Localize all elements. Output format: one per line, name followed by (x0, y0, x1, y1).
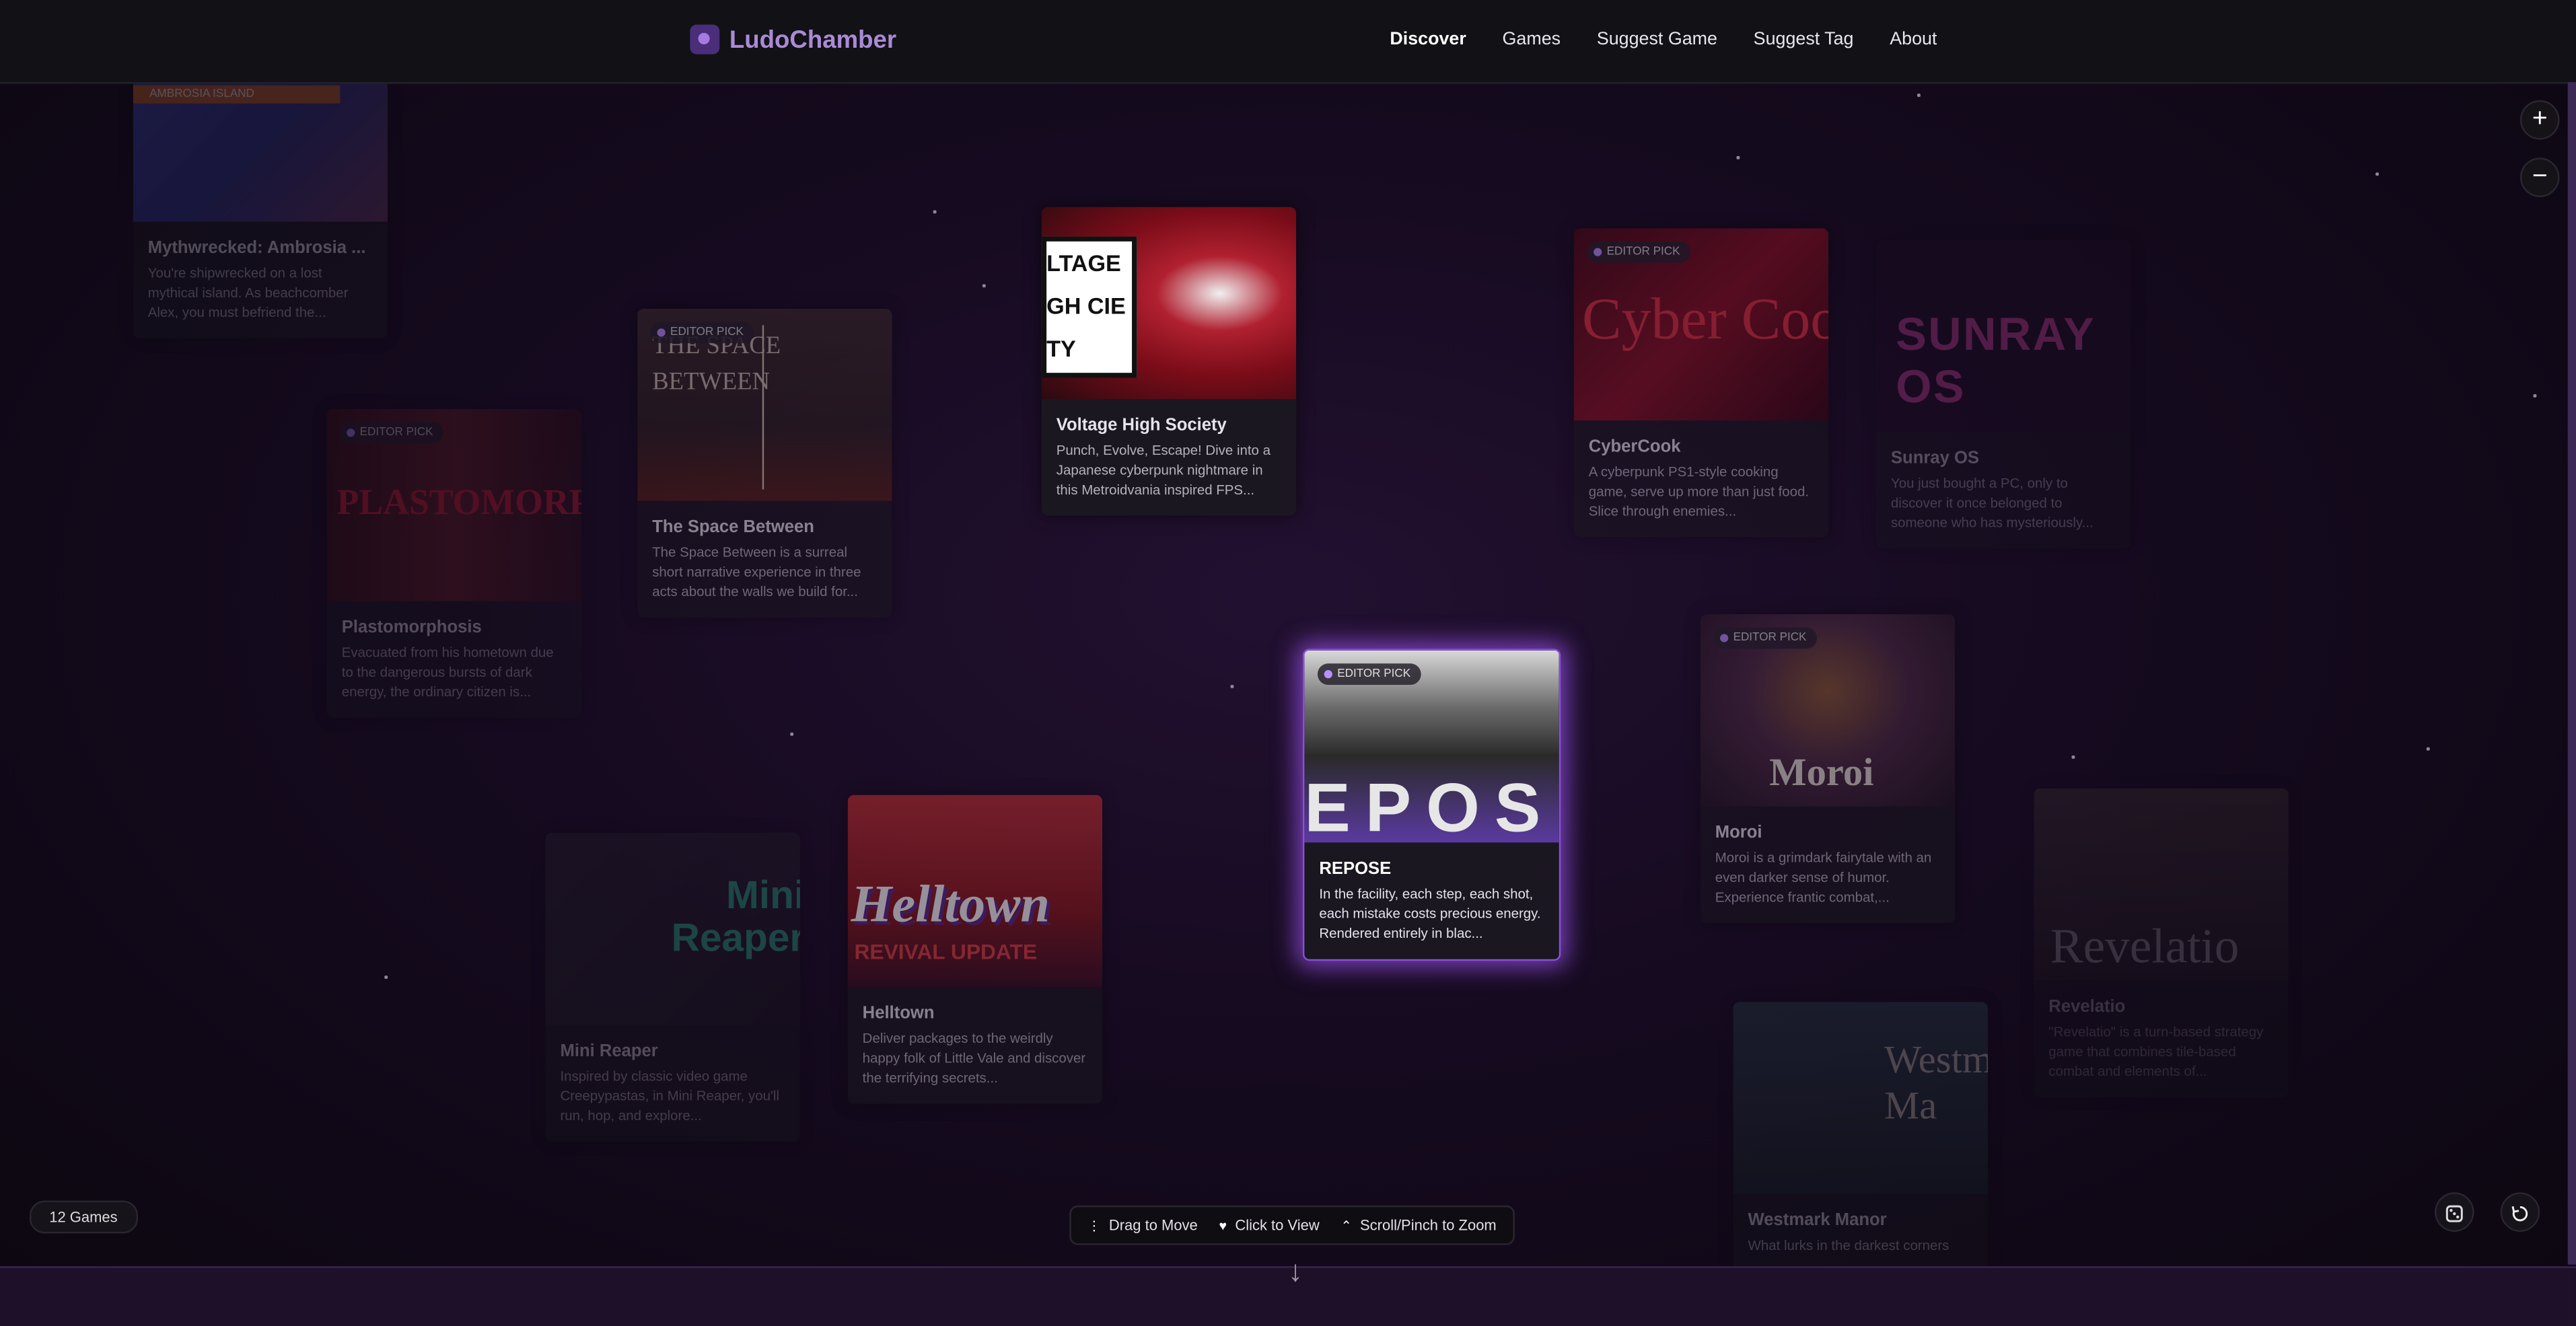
game-card-mini-reaper[interactable]: Mini Reaper Mini Reaper Inspired by clas… (545, 832, 800, 1142)
nav-suggest-tag[interactable]: Suggest Tag (1754, 30, 1854, 49)
editor-pick-badge: EDITOR PICK (1587, 241, 1690, 263)
game-title: Moroi (1715, 823, 1762, 843)
random-game-button[interactable] (2435, 1192, 2474, 1232)
editor-pick-badge: EDITOR PICK (340, 422, 443, 444)
game-card-moroi[interactable]: Moroi EDITOR PICK Moroi Moroi is a grimd… (1700, 614, 1956, 924)
star (384, 975, 387, 978)
thumbnail-text: Helltown (851, 873, 1050, 933)
thumbnail-text: Cyber Coo (1581, 285, 1829, 352)
game-title: CyberCook (1588, 437, 1681, 457)
star (1736, 155, 1740, 159)
logo[interactable]: LudoChamber (690, 24, 897, 54)
game-description: The Space Between is a surreal short nar… (652, 544, 861, 600)
game-description: Moroi is a grimdark fairytale with an ev… (1715, 849, 1932, 906)
thumbnail-text: LTAGE GH CIETY (1041, 236, 1137, 378)
game-description: A cyberpunk PS1-style cooking game, serv… (1588, 463, 1810, 519)
thumbnail-text: AMBROSIA ISLAND (133, 85, 341, 104)
game-card-helltown[interactable]: Helltown REVIVAL UPDATE Helltown Deliver… (847, 795, 1103, 1104)
game-description: You just bought a PC, only to discover i… (1890, 474, 2094, 531)
nav-discover[interactable]: Discover (1390, 30, 1466, 49)
star (933, 210, 936, 213)
game-title: The Space Between (652, 517, 814, 538)
logo-icon (690, 24, 720, 54)
game-title: Sunray OS (1890, 448, 1980, 468)
star (2071, 755, 2075, 758)
discover-canvas[interactable]: AMBROSIA ISLAND Mythwrecked: Ambrosia ..… (0, 0, 2576, 1326)
nav-suggest-game[interactable]: Suggest Game (1597, 30, 1717, 49)
game-title: REPOSE (1319, 858, 1392, 879)
thumbnail-subtext: REVIVAL UPDATE (854, 939, 1038, 965)
dice-icon (2445, 1205, 2463, 1222)
reset-icon (2511, 1206, 2528, 1221)
game-description: Evacuated from his hometown due to the d… (341, 643, 554, 700)
game-card-revelatio[interactable]: Revelatio Revelatio "Revelatio" is a tur… (2034, 788, 2289, 1097)
editor-pick-badge: EDITOR PICK (1713, 627, 1817, 649)
star (2533, 394, 2536, 397)
heart-icon: ♥ (1219, 1218, 1227, 1233)
thumbnail-text: Westm Ma (1884, 1039, 1988, 1129)
hint-label: Click to View (1235, 1217, 1320, 1234)
hint-zoom: ⌃ Scroll/Pinch to Zoom (1340, 1217, 1496, 1233)
game-card-cybercook[interactable]: Cyber Coo EDITOR PICK CyberCook A cyberp… (1573, 228, 1829, 538)
editor-pick-badge: EDITOR PICK (1317, 663, 1421, 686)
game-title: Mythwrecked: Ambrosia ... (147, 237, 366, 258)
game-description: Deliver packages to the weirdly happy fo… (862, 1029, 1086, 1086)
star (982, 284, 985, 287)
thumbnail-text: Moroi (1769, 752, 1874, 795)
hint-label: Drag to Move (1108, 1217, 1198, 1234)
main-nav: Discover Games Suggest Game Suggest Tag … (1390, 30, 1937, 49)
game-card-voltage-high-society[interactable]: LTAGE GH CIETY Voltage High Society Punc… (1041, 207, 1297, 516)
game-card-mythwrecked[interactable]: AMBROSIA ISLAND Mythwrecked: Ambrosia ..… (133, 65, 388, 338)
star (1230, 685, 1233, 688)
game-description: In the facility, each step, each shot, e… (1319, 885, 1541, 941)
game-title: Revelatio (2048, 996, 2126, 1017)
controls-hint-bar: ⋮ Drag to Move ♥ Click to View ⌃ Scroll/… (1069, 1205, 1515, 1245)
nav-games[interactable]: Games (1503, 30, 1561, 49)
star (2426, 747, 2429, 750)
game-card-the-space-between[interactable]: THE SPACE BETWEEN EDITOR PICK The Space … (637, 308, 892, 618)
game-description: "Revelatio" is a turn-based strategy gam… (2048, 1023, 2264, 1079)
game-title: Plastomorphosis (341, 617, 482, 638)
game-title: Westmark Manor (1748, 1210, 1887, 1230)
game-title: Mini Reaper (560, 1041, 658, 1062)
game-description: You're shipwrecked on a lost mythical is… (147, 264, 349, 321)
game-description: Inspired by classic video game Creepypas… (560, 1067, 780, 1124)
arrow-down-icon[interactable]: ↓ (1288, 1255, 1303, 1289)
games-count-badge: 12 Games (29, 1200, 137, 1234)
zoom-in-button[interactable]: + (2519, 100, 2560, 140)
game-card-sunray-os[interactable]: SUNRAY OS Sunray OS You just bought a PC… (1875, 240, 2131, 549)
drag-icon: ⋮ (1087, 1218, 1101, 1233)
game-card-plastomorphosis[interactable]: PLASTOMORPH EDITOR PICK Plastomorphosis … (326, 408, 582, 718)
nav-about[interactable]: About (1890, 30, 1937, 49)
chevron-up-icon: ⌃ (1340, 1218, 1352, 1233)
top-navbar: LudoChamber Discover Games Suggest Game … (0, 0, 2576, 84)
star (790, 732, 793, 735)
logo-text: LudoChamber (729, 25, 897, 54)
divider-line (762, 325, 764, 490)
game-card-repose[interactable]: EPOS EDITOR PICK REPOSE In the facility,… (1302, 649, 1561, 961)
editor-pick-badge: EDITOR PICK (650, 322, 754, 344)
thumbnail-text: PLASTOMORPH (336, 481, 581, 523)
game-title: Voltage High Society (1056, 415, 1227, 435)
game-description: Punch, Evolve, Escape! Dive into a Japan… (1056, 441, 1271, 498)
thumbnail-text: SUNRAY OS (1896, 308, 2096, 412)
star (2375, 172, 2378, 175)
thumbnail-text: Revelatio (2050, 920, 2240, 974)
hint-click: ♥ Click to View (1219, 1217, 1320, 1233)
hint-drag: ⋮ Drag to Move (1087, 1217, 1198, 1233)
hint-label: Scroll/Pinch to Zoom (1360, 1217, 1497, 1234)
zoom-out-button[interactable]: − (2519, 157, 2560, 197)
thumbnail-text: Mini Reaper (671, 873, 800, 961)
minus-icon: − (2532, 162, 2548, 191)
star (1917, 94, 1920, 96)
plus-icon: + (2532, 105, 2548, 133)
reset-view-button[interactable] (2500, 1192, 2540, 1232)
thumbnail-text: EPOS (1304, 768, 1556, 843)
scrollbar[interactable] (2567, 82, 2576, 1265)
game-title: Helltown (862, 1003, 935, 1023)
game-card-westmark-manor[interactable]: Westm Ma Westmark Manor What lurks in th… (1733, 1002, 1988, 1311)
